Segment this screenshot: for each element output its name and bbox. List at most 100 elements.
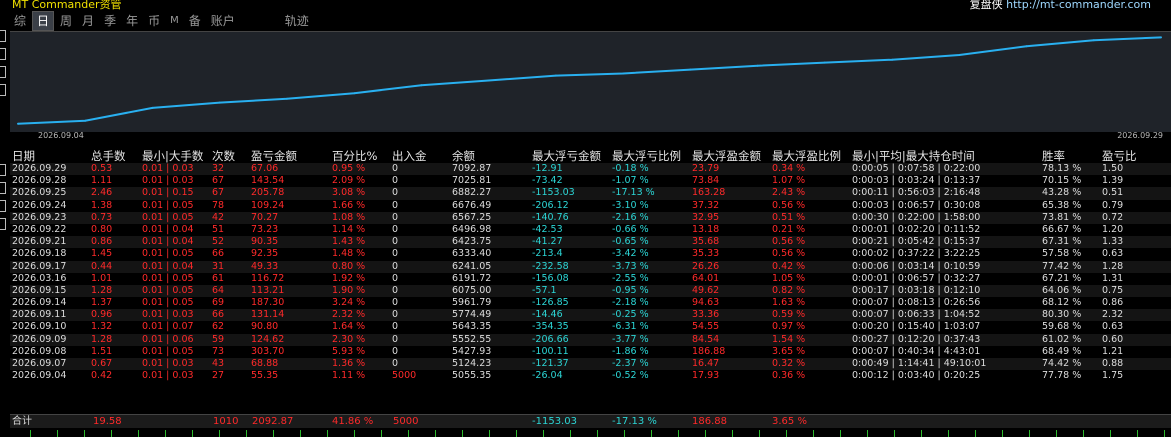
cell-max-float-loss-pct: -2.55 % <box>612 272 649 284</box>
toolbar-button-2[interactable] <box>0 48 6 60</box>
table-row[interactable]: 2026.09.07 0.67 0.01 | 0.03 43 68.88 1.36 % 0 5… <box>10 358 1171 371</box>
toolbar-button-1[interactable] <box>0 30 6 42</box>
tab-account[interactable]: 账户 <box>207 12 239 30</box>
cell-max-float-loss: -126.85 <box>532 297 569 309</box>
balance-point <box>353 92 356 95</box>
table-row[interactable]: 2026.09.29 0.53 0.01 | 0.03 32 67.06 0.95 % 0 7… <box>10 163 1171 176</box>
cell-win-rate: 73.81 % <box>1042 211 1082 223</box>
table-row[interactable]: 2026.09.15 1.28 0.01 | 0.05 64 113.21 1.90 % 0… <box>10 284 1171 298</box>
tab-day[interactable]: 日 <box>32 11 55 31</box>
tab-week[interactable]: 周 <box>56 12 76 30</box>
tab-track[interactable]: 轨迹 <box>281 12 313 30</box>
table-row[interactable]: 2026.09.08 1.51 0.01 | 0.05 73 303.70 5.93 % 0… <box>10 346 1171 358</box>
header-max-float-profit-pct[interactable]: 最大浮盈比例 <box>772 148 841 164</box>
header-max-float-profit[interactable]: 最大浮盈金额 <box>692 148 761 164</box>
cell-count: 67 <box>212 175 225 187</box>
table-row[interactable]: 2026.09.17 0.44 0.01 | 0.04 31 49.33 0.80 % 0 6… <box>10 260 1171 273</box>
table-row[interactable]: 2026.09.23 0.73 0.01 | 0.05 42 70.27 1.08 % 0 6… <box>10 211 1171 224</box>
toolbar-button-3[interactable] <box>0 66 6 78</box>
cell-pnl: 68.88 <box>251 358 279 369</box>
timeline-tick <box>948 430 949 437</box>
cell-count: 66 <box>212 309 225 321</box>
cell-count: 64 <box>212 284 225 296</box>
cell-min-max-lots: 0.01 | 0.05 <box>142 211 194 223</box>
toolbar-button-6[interactable] <box>0 182 6 194</box>
cell-hold-time: 0:00:02 | 0:37:22 | 3:22:25 <box>852 248 981 260</box>
header-max-float-loss[interactable]: 最大浮亏金额 <box>532 148 601 164</box>
header-pct[interactable]: 百分比% <box>332 148 377 164</box>
tab-month[interactable]: 月 <box>78 12 98 30</box>
header-win-rate[interactable]: 胜率 <box>1042 148 1065 164</box>
table-row[interactable]: 2026.09.25 2.46 0.01 | 0.15 67 205.78 3.08 % 0… <box>10 187 1171 200</box>
timeline-tick <box>570 430 571 437</box>
header-total-lots[interactable]: 总手数 <box>91 148 126 164</box>
toolbar-button-5[interactable] <box>0 164 6 176</box>
table-row[interactable]: 2026.09.14 1.37 0.01 | 0.05 69 187.30 3.24 % 0… <box>10 297 1171 309</box>
cell-max-float-loss: -73.42 <box>532 175 563 187</box>
header-max-float-loss-pct[interactable]: 最大浮亏比例 <box>612 148 681 164</box>
cell-pl-ratio: 0.79 <box>1102 199 1124 211</box>
cell-pnl: 73.23 <box>251 223 279 235</box>
cell-max-float-loss: -156.08 <box>532 272 569 284</box>
cell-flow: 0 <box>392 236 399 248</box>
table-row[interactable]: 2026.09.10 1.32 0.01 | 0.07 62 90.80 1.64 % 0 5… <box>10 321 1171 333</box>
header-date[interactable]: 日期 <box>12 148 35 164</box>
cell-pct: 0.95 % <box>332 163 366 174</box>
timeline-tick <box>705 430 706 437</box>
cell-max-float-loss-pct: -3.77 % <box>612 333 649 345</box>
table-row[interactable]: 2026.09.22 0.80 0.01 | 0.04 51 73.23 1.14 % 0 6… <box>10 224 1171 236</box>
cell-max-float-profit: 49.62 <box>692 284 720 296</box>
cell-balance: 6191.72 <box>452 272 492 284</box>
toolbar-button-8[interactable] <box>0 218 6 230</box>
header-balance[interactable]: 余额 <box>452 148 475 164</box>
cell-total-lots: 0.96 <box>91 309 113 321</box>
cell-balance: 5552.55 <box>452 333 492 345</box>
cell-total-lots: 2.46 <box>91 187 113 199</box>
cell-pnl: 131.14 <box>251 309 285 321</box>
balance-line <box>17 36 1162 125</box>
cell-max-float-loss-pct: -3.73 % <box>612 260 649 272</box>
totals-max-float-loss-pct: -17.13 % <box>612 416 657 427</box>
tab-year[interactable]: 年 <box>122 12 142 30</box>
table-row[interactable]: 2026.03.16 1.01 0.01 | 0.05 61 116.72 1.92 % 0… <box>10 273 1171 285</box>
timeline-tick <box>516 430 517 437</box>
table-row[interactable]: 2026.09.09 1.28 0.01 | 0.06 59 124.62 2.30 % 0… <box>10 333 1171 346</box>
website-link[interactable]: http://mt-commander.com <box>1006 0 1151 10</box>
toolbar-button-4[interactable] <box>0 84 6 96</box>
table-row[interactable]: 2026.09.18 1.45 0.01 | 0.05 66 92.35 1.48 % 0 6… <box>10 248 1171 260</box>
timeline-tick <box>111 430 112 437</box>
table-row[interactable]: 2026.09.04 0.42 0.01 | 0.03 27 55.35 1.11 % 50… <box>10 370 1171 382</box>
cell-pct: 1.66 % <box>332 199 366 211</box>
cell-total-lots: 0.86 <box>91 236 113 248</box>
cell-date: 2026.09.09 <box>12 333 67 345</box>
tab-currency[interactable]: 币 <box>144 12 164 30</box>
cell-max-float-loss-pct: -6.31 % <box>612 321 649 333</box>
header-count[interactable]: 次数 <box>212 148 235 164</box>
header-pnl[interactable]: 盈亏金额 <box>251 148 297 164</box>
header-flow[interactable]: 出入金 <box>392 148 427 164</box>
timeline-tick <box>840 430 841 437</box>
table-row[interactable]: 2026.09.24 1.38 0.01 | 0.05 78 109.24 1.66 % 0… <box>10 200 1171 212</box>
header-hold-time[interactable]: 最小|平均|最大持仓时间 <box>852 148 975 164</box>
cell-hold-time: 0:00:01 | 0:06:57 | 0:32:27 <box>852 272 981 284</box>
cell-flow: 0 <box>392 345 399 357</box>
cell-date: 2026.09.10 <box>12 321 67 333</box>
timeline-tick <box>30 430 31 437</box>
tab-note[interactable]: 备 <box>185 12 205 30</box>
tab-summary[interactable]: 综 <box>10 12 30 30</box>
app-title: MT Commander资管 <box>12 0 122 10</box>
table-row[interactable]: 2026.09.21 0.86 0.01 | 0.04 52 90.35 1.43 % 0 6… <box>10 236 1171 249</box>
cell-max-float-profit: 35.68 <box>692 236 720 248</box>
header-pl-ratio[interactable]: 盈亏比 <box>1102 148 1137 164</box>
cell-max-float-loss: -213.4 <box>532 248 563 260</box>
toolbar-button-7[interactable] <box>0 200 6 212</box>
table-row[interactable]: 2026.09.28 1.11 0.01 | 0.03 67 143.54 2.09 % 0… <box>10 175 1171 187</box>
table-row[interactable]: 2026.09.11 0.96 0.01 | 0.03 66 131.14 2.32 % 0… <box>10 309 1171 322</box>
cell-max-float-profit: 35.33 <box>692 248 720 260</box>
cell-win-rate: 59.68 % <box>1042 321 1082 333</box>
tab-m[interactable]: M <box>166 12 183 30</box>
timeline-tick <box>84 430 85 437</box>
header-min-max-lots[interactable]: 最小|大手数 <box>142 148 203 164</box>
cell-hold-time: 0:00:07 | 0:08:13 | 0:26:56 <box>852 297 981 309</box>
tab-quarter[interactable]: 季 <box>100 12 120 30</box>
